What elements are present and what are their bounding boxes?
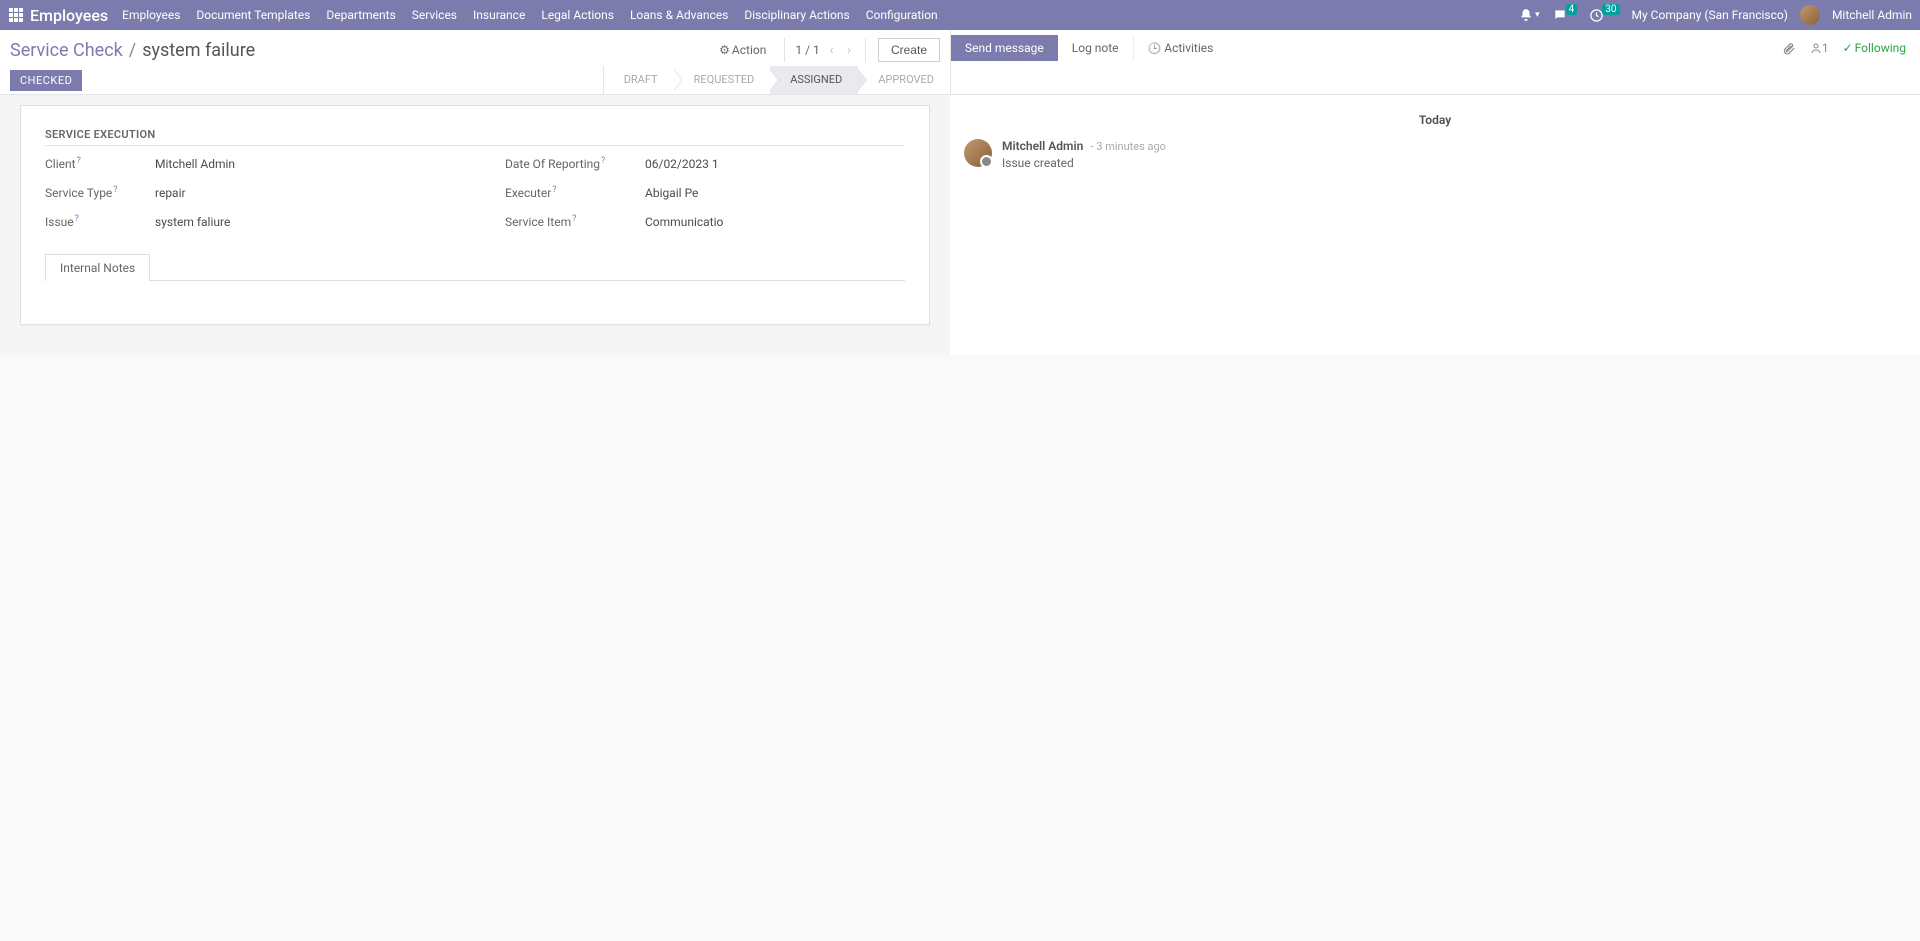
bell-icon xyxy=(1519,8,1533,22)
action-dropdown[interactable]: ⚙Action xyxy=(719,43,766,57)
menu-disciplinary-actions[interactable]: Disciplinary Actions xyxy=(744,8,849,22)
breadcrumb-separator: / xyxy=(129,40,136,61)
value-client[interactable]: Mitchell Admin xyxy=(155,157,235,171)
chat-badge: 4 xyxy=(1566,4,1578,15)
tab-internal-notes[interactable]: Internal Notes xyxy=(45,254,150,281)
form-pane: SERVICE EXECUTION Client? Mitchell Admin… xyxy=(0,95,950,355)
send-message-tab[interactable]: Send message xyxy=(951,35,1058,61)
gear-icon: ⚙ xyxy=(719,43,730,57)
field-executer: Executer? Abigail Pe xyxy=(505,185,905,200)
pager-next[interactable]: › xyxy=(843,43,855,57)
label-client: Client? xyxy=(45,156,155,171)
clock-badge: 30 xyxy=(1602,4,1619,15)
field-issue: Issue? system faliure xyxy=(45,214,445,229)
main-menu: Employees Document Templates Departments… xyxy=(122,8,938,22)
notebook-tabs: Internal Notes xyxy=(45,253,905,281)
breadcrumb-current: system failure xyxy=(142,40,255,61)
message-avatar[interactable] xyxy=(964,139,992,167)
checked-badge: CHECKED xyxy=(10,70,82,91)
following-button[interactable]: ✓Following xyxy=(1843,41,1906,55)
help-icon[interactable]: ? xyxy=(552,185,556,195)
menu-insurance[interactable]: Insurance xyxy=(473,8,525,22)
label-executer: Executer? xyxy=(505,185,645,200)
app-brand[interactable]: Employees xyxy=(30,6,108,25)
activities-tab[interactable]: 🕒Activities xyxy=(1134,35,1228,61)
notifications-button[interactable]: ▾ xyxy=(1519,8,1540,22)
menu-departments[interactable]: Departments xyxy=(326,8,395,22)
top-navbar: Employees Employees Document Templates D… xyxy=(0,0,1920,30)
topnav-right: ▾ 4 30 My Company (San Francisco) Mitche… xyxy=(1519,5,1912,25)
activities-label: Activities xyxy=(1164,41,1213,55)
stage-requested[interactable]: REQUESTED xyxy=(674,66,771,94)
check-icon: ✓ xyxy=(1843,41,1853,55)
attachment-icon[interactable] xyxy=(1782,41,1796,55)
status-bar: DRAFT REQUESTED ASSIGNED APPROVED xyxy=(603,66,950,94)
message-time: - 3 minutes ago xyxy=(1091,140,1166,153)
followers-count[interactable]: 1 xyxy=(1810,41,1829,55)
label-service-type: Service Type? xyxy=(45,185,155,200)
chatter-today-label: Today xyxy=(950,113,1920,127)
menu-configuration[interactable]: Configuration xyxy=(866,8,938,22)
chatter-message: Mitchell Admin - 3 minutes ago Issue cre… xyxy=(950,139,1920,180)
clock-small-icon: 🕒 xyxy=(1148,42,1162,55)
stage-draft[interactable]: DRAFT xyxy=(604,66,674,94)
value-date-reporting[interactable]: 06/02/2023 1 xyxy=(645,157,719,171)
form-left-column: Client? Mitchell Admin Service Type? rep… xyxy=(45,156,445,243)
apps-icon[interactable] xyxy=(8,7,24,23)
value-executer[interactable]: Abigail Pe xyxy=(645,186,698,200)
create-button[interactable]: Create xyxy=(878,38,940,62)
message-author[interactable]: Mitchell Admin xyxy=(1002,139,1083,153)
menu-services[interactable]: Services xyxy=(412,8,457,22)
section-title: SERVICE EXECUTION xyxy=(45,128,905,141)
control-panel: Service Check / system failure ⚙Action 1… xyxy=(0,30,1920,95)
log-note-tab[interactable]: Log note xyxy=(1058,35,1134,61)
value-service-type[interactable]: repair xyxy=(155,186,186,200)
menu-document-templates[interactable]: Document Templates xyxy=(196,8,310,22)
field-client: Client? Mitchell Admin xyxy=(45,156,445,171)
activities-button[interactable]: 30 xyxy=(1589,8,1619,23)
company-selector[interactable]: My Company (San Francisco) xyxy=(1632,8,1788,22)
chatter-pane: Today Mitchell Admin - 3 minutes ago Iss… xyxy=(950,95,1920,355)
value-issue[interactable]: system faliure xyxy=(155,215,230,229)
messaging-button[interactable]: 4 xyxy=(1552,8,1578,22)
label-issue: Issue? xyxy=(45,214,155,229)
main-content: SERVICE EXECUTION Client? Mitchell Admin… xyxy=(0,95,1920,355)
form-sheet: SERVICE EXECUTION Client? Mitchell Admin… xyxy=(20,105,930,325)
stage-approved[interactable]: APPROVED xyxy=(858,66,950,94)
following-label: Following xyxy=(1855,41,1906,55)
menu-loans-advances[interactable]: Loans & Advances xyxy=(630,8,728,22)
pager: 1 / 1 ‹ › xyxy=(784,38,866,62)
pager-text: 1 / 1 xyxy=(795,43,819,57)
help-icon[interactable]: ? xyxy=(75,214,79,224)
user-avatar[interactable] xyxy=(1800,5,1820,25)
field-service-type: Service Type? repair xyxy=(45,185,445,200)
message-text: Issue created xyxy=(1002,156,1166,170)
stage-assigned[interactable]: ASSIGNED xyxy=(770,66,858,94)
help-icon[interactable]: ? xyxy=(572,214,576,224)
followers-number: 1 xyxy=(1822,41,1829,55)
breadcrumb-parent[interactable]: Service Check xyxy=(10,40,123,61)
label-service-item: Service Item? xyxy=(505,214,645,229)
action-label: Action xyxy=(732,43,766,57)
label-date-reporting: Date Of Reporting? xyxy=(505,156,645,171)
help-icon[interactable]: ? xyxy=(601,156,605,166)
value-service-item[interactable]: Communicatio xyxy=(645,215,723,229)
field-service-item: Service Item? Communicatio xyxy=(505,214,905,229)
menu-employees[interactable]: Employees xyxy=(122,8,180,22)
field-date-reporting: Date Of Reporting? 06/02/2023 1 xyxy=(505,156,905,171)
pager-prev[interactable]: ‹ xyxy=(826,43,838,57)
help-icon[interactable]: ? xyxy=(77,156,81,166)
form-right-column: Date Of Reporting? 06/02/2023 1 Executer… xyxy=(505,156,905,243)
caret-down-icon: ▾ xyxy=(1535,10,1540,20)
user-name[interactable]: Mitchell Admin xyxy=(1832,8,1912,22)
menu-legal-actions[interactable]: Legal Actions xyxy=(541,8,614,22)
help-icon[interactable]: ? xyxy=(113,185,117,195)
